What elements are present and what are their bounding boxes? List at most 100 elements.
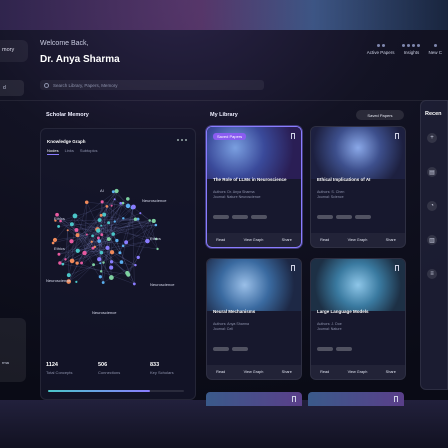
bookmark-icon[interactable] (394, 396, 398, 402)
graph-node[interactable] (96, 228, 101, 233)
graph-node[interactable] (119, 260, 124, 264)
graph-node[interactable] (98, 275, 102, 279)
recent-item-icon[interactable]: ≡ (427, 269, 437, 279)
graph-node[interactable] (51, 241, 55, 245)
graph-node[interactable] (106, 237, 111, 241)
search-input[interactable]: Search Library, Papers, Memory (40, 80, 264, 90)
graph-node[interactable] (114, 188, 119, 194)
paper-card[interactable]: Large Language Models Authors: J. Doe Jo… (310, 258, 406, 380)
graph-node[interactable] (57, 224, 61, 228)
view-graph-button[interactable]: View Graph (244, 238, 264, 242)
graph-node[interactable] (91, 234, 94, 238)
graph-node[interactable] (72, 213, 78, 219)
share-button[interactable]: Share (386, 370, 396, 374)
bookmark-icon[interactable] (395, 133, 399, 139)
paper-title[interactable]: Neural Mechanisms (213, 309, 297, 315)
graph-node[interactable] (85, 233, 88, 236)
graph-node[interactable] (118, 251, 122, 255)
graph-node[interactable] (52, 237, 58, 243)
graph-node[interactable] (134, 263, 137, 267)
recent-item-icon[interactable]: ▥ (427, 235, 437, 245)
graph-node[interactable] (109, 250, 115, 255)
graph-node[interactable] (61, 262, 65, 266)
graph-node[interactable] (57, 252, 61, 256)
read-button[interactable]: Read (216, 370, 225, 374)
recent-item-icon[interactable]: ◔ (427, 201, 437, 211)
graph-node[interactable] (80, 261, 83, 265)
graph-node[interactable] (105, 245, 110, 250)
graph-node[interactable] (151, 218, 156, 224)
graph-node[interactable] (109, 260, 114, 264)
graph-node[interactable] (99, 213, 103, 217)
graph-node[interactable] (148, 219, 151, 222)
share-button[interactable]: Share (282, 238, 292, 242)
sidebar-tab-secondary[interactable]: d (0, 80, 24, 96)
paper-title[interactable]: Ethical Implications of AI (317, 177, 401, 183)
graph-node[interactable] (126, 197, 130, 201)
graph-node[interactable] (75, 280, 78, 283)
graph-node[interactable] (124, 240, 129, 245)
read-button[interactable]: Read (320, 370, 329, 374)
graph-node[interactable] (82, 250, 87, 256)
graph-node[interactable] (74, 227, 79, 232)
graph-node[interactable] (100, 200, 104, 204)
graph-node[interactable] (75, 248, 80, 253)
graph-node[interactable] (113, 220, 116, 223)
saved-papers-badge[interactable]: Saved Papers (356, 110, 404, 120)
recent-item-icon[interactable]: ▤ (427, 167, 437, 177)
paper-card[interactable]: Ethical Implications of AI Authors: S. C… (310, 126, 406, 248)
graph-node[interactable] (113, 198, 116, 201)
graph-node[interactable] (75, 261, 79, 265)
paper-card[interactable]: Saved Papers The Role of LLMs in Neurosc… (206, 126, 302, 248)
graph-node[interactable] (133, 217, 138, 221)
graph-node[interactable] (101, 281, 105, 284)
graph-node[interactable] (136, 255, 140, 260)
nav-insights[interactable]: Insights (402, 44, 421, 55)
graph-node[interactable] (111, 190, 115, 194)
view-graph-button[interactable]: View Graph (244, 370, 264, 374)
graph-node[interactable] (107, 221, 111, 225)
graph-node[interactable] (90, 240, 93, 243)
view-graph-button[interactable]: View Graph (348, 370, 368, 374)
graph-node[interactable] (97, 218, 102, 222)
read-button[interactable]: Read (216, 238, 225, 242)
graph-node[interactable] (100, 224, 103, 227)
graph-node[interactable] (75, 233, 80, 238)
graph-node[interactable] (69, 239, 74, 244)
share-button[interactable]: Share (282, 370, 292, 374)
graph-node[interactable] (97, 239, 102, 243)
graph-node[interactable] (93, 245, 97, 249)
graph-node[interactable] (66, 273, 71, 278)
graph-node[interactable] (102, 261, 105, 264)
graph-node[interactable] (109, 265, 114, 270)
share-button[interactable]: Share (386, 238, 396, 242)
graph-node[interactable] (154, 223, 158, 227)
nav-active-papers[interactable]: Active Papers (367, 44, 394, 55)
more-icon[interactable] (177, 139, 187, 141)
graph-node[interactable] (84, 200, 89, 205)
graph-node[interactable] (64, 258, 67, 261)
graph-node[interactable] (111, 232, 116, 236)
graph-node[interactable] (102, 212, 107, 217)
graph-node[interactable] (132, 282, 136, 286)
bookmark-icon[interactable] (395, 265, 399, 271)
graph-node[interactable] (99, 250, 104, 255)
graph-node[interactable] (99, 270, 103, 273)
graph-node[interactable] (92, 263, 96, 267)
graph-node[interactable] (125, 203, 131, 209)
graph-node[interactable] (100, 233, 104, 237)
graph-node[interactable] (97, 257, 102, 262)
view-graph-button[interactable]: View Graph (348, 238, 368, 242)
paper-card-peek[interactable] (308, 392, 404, 406)
graph-node[interactable] (122, 217, 125, 220)
graph-node[interactable] (121, 244, 125, 248)
tab-nodes[interactable]: Nodes (47, 148, 59, 155)
tab-links[interactable]: Links (65, 148, 74, 155)
graph-node[interactable] (69, 258, 75, 264)
graph-node[interactable] (156, 247, 159, 251)
paper-title[interactable]: Large Language Models (317, 309, 401, 315)
add-icon[interactable]: + (427, 133, 437, 143)
sidebar-tab-memory[interactable]: mory (0, 40, 28, 62)
paper-card-peek[interactable] (206, 392, 302, 406)
graph-node[interactable] (69, 222, 74, 227)
